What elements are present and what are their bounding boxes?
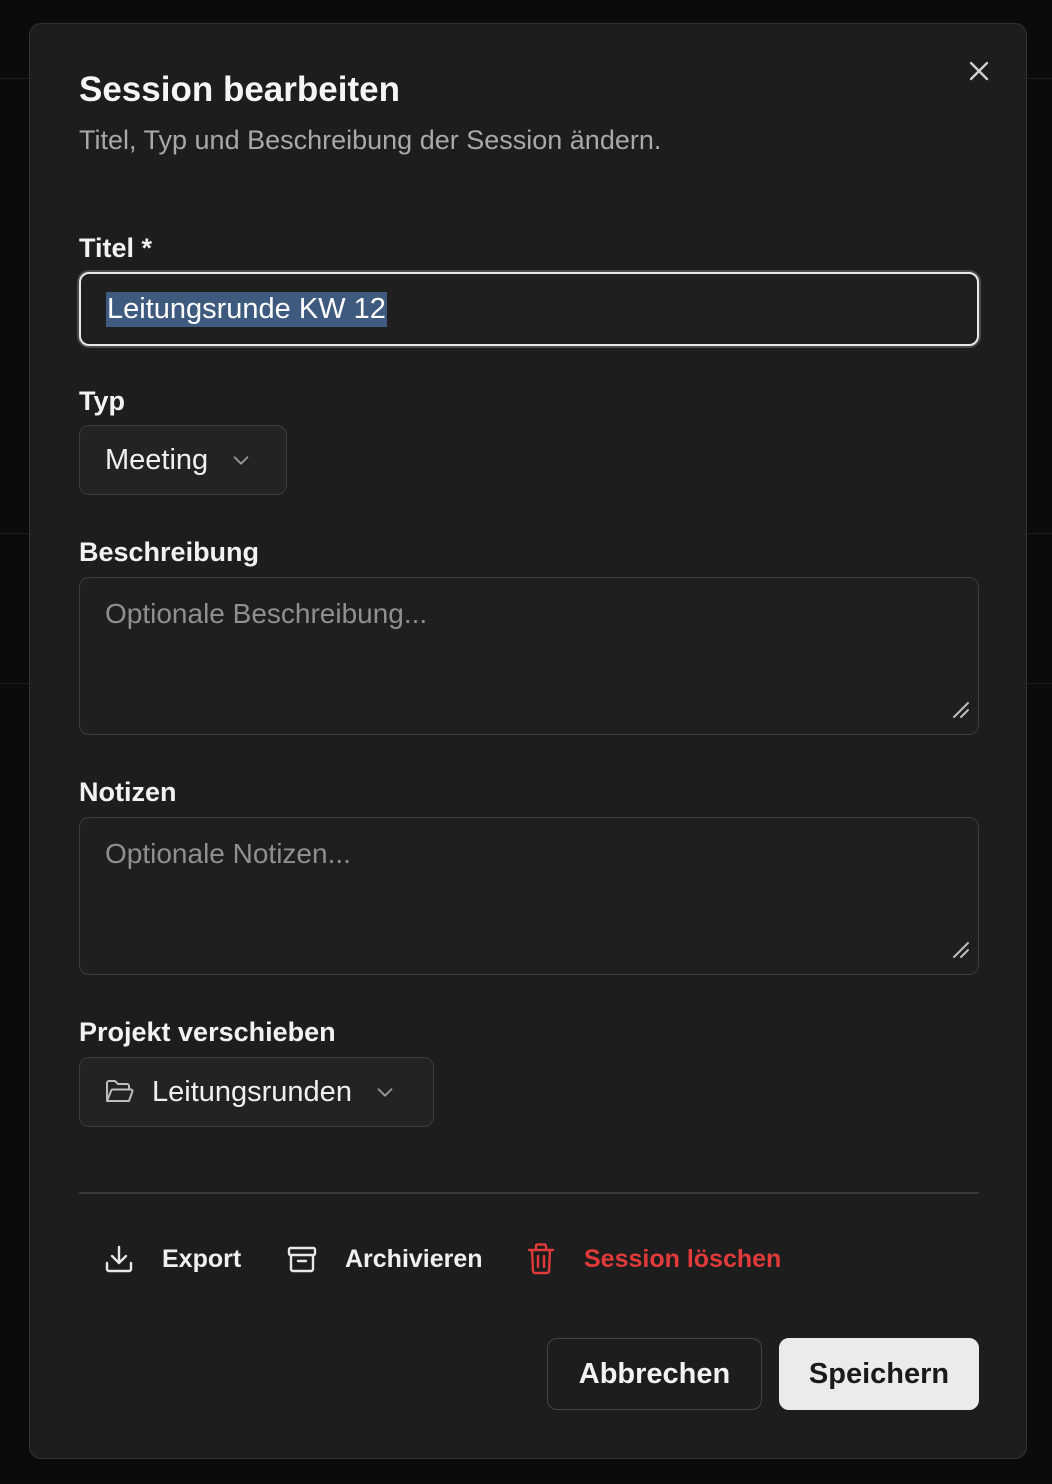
notes-label: Notizen bbox=[79, 777, 177, 807]
description-placeholder: Optionale Beschreibung... bbox=[105, 598, 428, 629]
export-label: Export bbox=[162, 1244, 242, 1273]
close-icon bbox=[969, 61, 989, 81]
chevron-down-icon bbox=[374, 1081, 396, 1103]
title-label: Titel * bbox=[79, 233, 153, 263]
archive-button[interactable]: Archivieren bbox=[286, 1236, 483, 1282]
divider bbox=[79, 1192, 979, 1194]
archive-label: Archivieren bbox=[345, 1244, 483, 1273]
title-input[interactable]: Leitungsrunde KW 12 bbox=[79, 272, 979, 346]
chevron-down-icon bbox=[230, 449, 252, 471]
cancel-button[interactable]: Abbrechen bbox=[547, 1338, 762, 1410]
resize-handle-icon[interactable] bbox=[948, 694, 970, 726]
type-select[interactable]: Meeting bbox=[79, 425, 287, 495]
type-label: Typ bbox=[79, 386, 125, 416]
trash-icon bbox=[525, 1242, 557, 1276]
export-button[interactable]: Export bbox=[103, 1236, 241, 1282]
project-select[interactable]: Leitungsrunden bbox=[79, 1057, 434, 1127]
notes-placeholder: Optionale Notizen... bbox=[105, 838, 351, 869]
project-label: Projekt verschieben bbox=[79, 1017, 336, 1047]
download-icon bbox=[103, 1243, 135, 1275]
description-label: Beschreibung bbox=[79, 537, 260, 567]
close-button[interactable] bbox=[964, 56, 994, 86]
delete-session-button[interactable]: Session löschen bbox=[525, 1236, 781, 1282]
title-input-value: Leitungsrunde KW 12 bbox=[106, 291, 387, 327]
project-select-value: Leitungsrunden bbox=[152, 1075, 352, 1108]
dialog-subtitle: Titel, Typ und Beschreibung der Session … bbox=[79, 125, 662, 155]
edit-session-dialog: Session bearbeiten Titel, Typ und Beschr… bbox=[29, 23, 1027, 1459]
notes-textarea[interactable]: Optionale Notizen... bbox=[79, 817, 979, 975]
delete-session-label: Session löschen bbox=[584, 1244, 782, 1273]
description-textarea[interactable]: Optionale Beschreibung... bbox=[79, 577, 979, 735]
folder-open-icon bbox=[105, 1079, 135, 1105]
save-button[interactable]: Speichern bbox=[779, 1338, 979, 1410]
type-select-value: Meeting bbox=[105, 443, 209, 476]
dialog-title: Session bearbeiten bbox=[79, 70, 400, 109]
resize-handle-icon[interactable] bbox=[948, 934, 970, 966]
archive-icon bbox=[286, 1243, 318, 1275]
